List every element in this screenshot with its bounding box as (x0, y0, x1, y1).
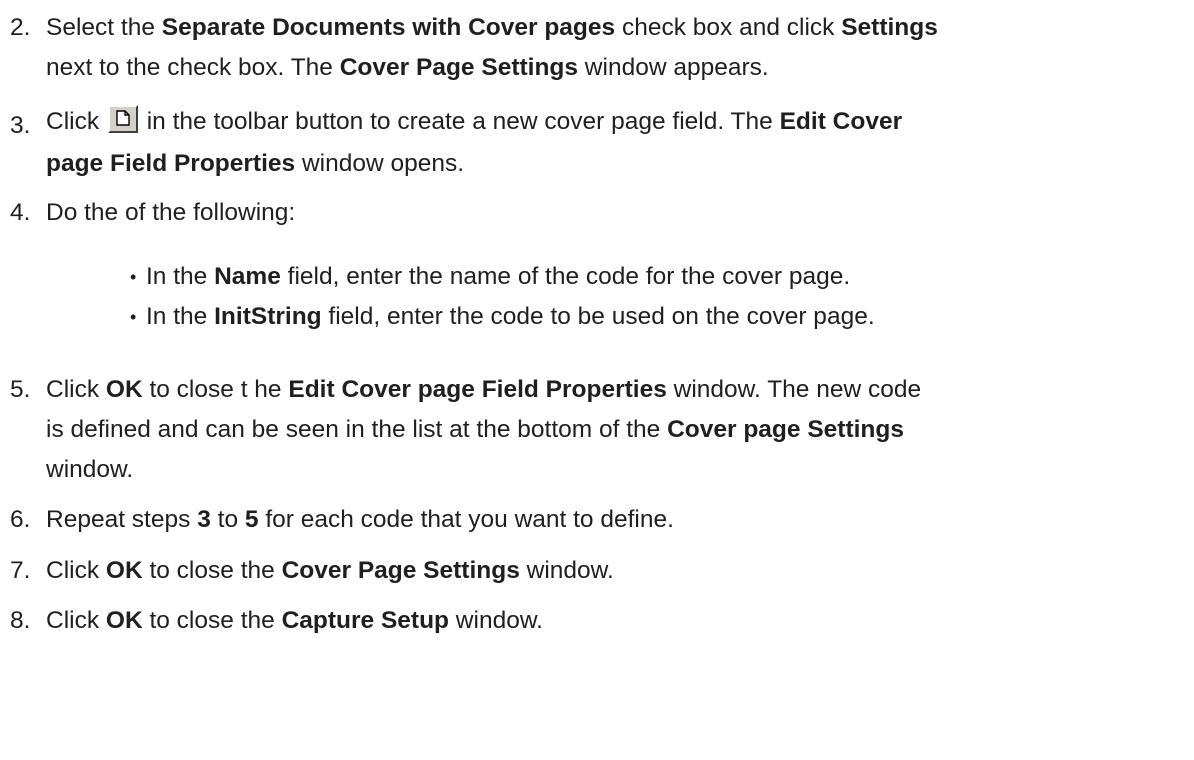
text-line: Click OK to close the Capture Setup wind… (46, 601, 1190, 641)
text-line: Click OK to close t he Edit Cover page F… (46, 370, 1190, 410)
step-number: 8. (10, 607, 31, 634)
text-run: In the (146, 263, 215, 290)
text-run: for each code that you want to define. (258, 506, 674, 533)
step-text: Repeat steps 3 to 5 for each code that y… (46, 500, 1190, 540)
bullet-item: In the InitString field, enter the code … (130, 297, 875, 337)
text-run: check box and click (615, 14, 842, 41)
step-text: Click in the toolbar button to create a … (46, 100, 1190, 184)
text-run-bold: Capture Setup (281, 607, 449, 634)
text-run-bold: Edit Cover page Field Properties (288, 376, 667, 403)
new-document-icon (116, 110, 130, 126)
text-run: field, enter the code to be used on the … (321, 303, 875, 330)
step-4: 4. Do the of the following: In the Name … (0, 193, 1190, 363)
text-run: Click (46, 607, 106, 634)
text-line: is defined and can be seen in the list a… (46, 410, 1190, 450)
text-line: Click OK to close the Cover Page Setting… (46, 551, 1190, 591)
text-run: window. (519, 557, 614, 584)
step-number: 4. (10, 199, 31, 226)
text-run: next to the check box. The (46, 54, 340, 81)
bullet-list: In the Name field, enter the name of the… (130, 257, 875, 337)
step-number: 6. (10, 506, 31, 533)
text-run-bold: OK (105, 607, 143, 634)
text-run: to close the (142, 557, 282, 584)
text-run: field, enter the name of the code for th… (280, 263, 851, 290)
text-run: is defined and can be seen in the list a… (46, 416, 668, 443)
step-2: 2. Select the Separate Documents with Co… (0, 8, 1190, 88)
text-run-bold: OK (105, 557, 143, 584)
text-run: window appears. (578, 54, 769, 81)
text-run: Repeat steps (46, 506, 198, 533)
step-text: Click OK to close the Cover Page Setting… (46, 551, 1190, 591)
text-run: window. The new code (666, 376, 922, 403)
text-run-bold: Settings (841, 14, 938, 41)
text-line: Click in the toolbar button to create a … (46, 100, 1190, 144)
text-run: Click (46, 557, 106, 584)
step-number: 5. (10, 376, 31, 403)
text-run-bold: page Field Properties (46, 150, 296, 177)
text-run: in the toolbar button to create a new co… (139, 108, 780, 135)
text-run-bold: 5 (244, 506, 259, 533)
step-text: Click OK to close the Capture Setup wind… (46, 601, 1190, 641)
instruction-document: 2. Select the Separate Documents with Co… (0, 0, 1194, 760)
text-run-bold: Separate Documents with Cover pages (161, 14, 616, 41)
text-run: Click (46, 108, 106, 135)
text-run: Click (46, 376, 106, 403)
text-run: In the (146, 303, 215, 330)
step-text: Click OK to close t he Edit Cover page F… (46, 370, 1190, 490)
text-run-bold: Cover page Settings (667, 416, 904, 443)
step-3: 3. Click in the toolbar button to create… (0, 100, 1190, 182)
text-line: Select the Separate Documents with Cover… (46, 8, 1190, 48)
text-run: window. (46, 456, 134, 483)
step-text: Do the of the following: (46, 193, 1190, 233)
text-run-bold: Edit Cover (779, 108, 903, 135)
step-text: Select the Separate Documents with Cover… (46, 8, 1190, 88)
text-run-bold: InitString (214, 303, 322, 330)
text-line: Do the of the following: (46, 199, 296, 226)
text-run: Select the (46, 14, 162, 41)
text-run-bold: OK (105, 376, 143, 403)
bullet-item: In the Name field, enter the name of the… (130, 257, 875, 297)
text-line: Repeat steps 3 to 5 for each code that y… (46, 500, 1190, 540)
step-5: 5. Click OK to close t he Edit Cover pag… (0, 370, 1190, 490)
new-document-button-image (107, 105, 138, 133)
step-number: 3. (10, 112, 31, 139)
text-line: next to the check box. The Cover Page Se… (46, 48, 1190, 88)
text-run: to close t he (142, 376, 289, 403)
text-run: window opens. (295, 150, 465, 177)
step-number: 7. (10, 557, 31, 584)
text-run-bold: 3 (197, 506, 211, 533)
text-run: to close the (142, 607, 282, 634)
text-run: window. (449, 607, 543, 634)
text-line: page Field Properties window opens. (46, 144, 1190, 184)
step-number: 2. (10, 14, 31, 41)
text-line: window. (46, 450, 1190, 490)
text-run: to (210, 506, 245, 533)
text-run-bold: Cover Page Settings (339, 54, 578, 81)
text-run-bold: Name (214, 263, 281, 290)
text-run-bold: Cover Page Settings (281, 557, 520, 584)
